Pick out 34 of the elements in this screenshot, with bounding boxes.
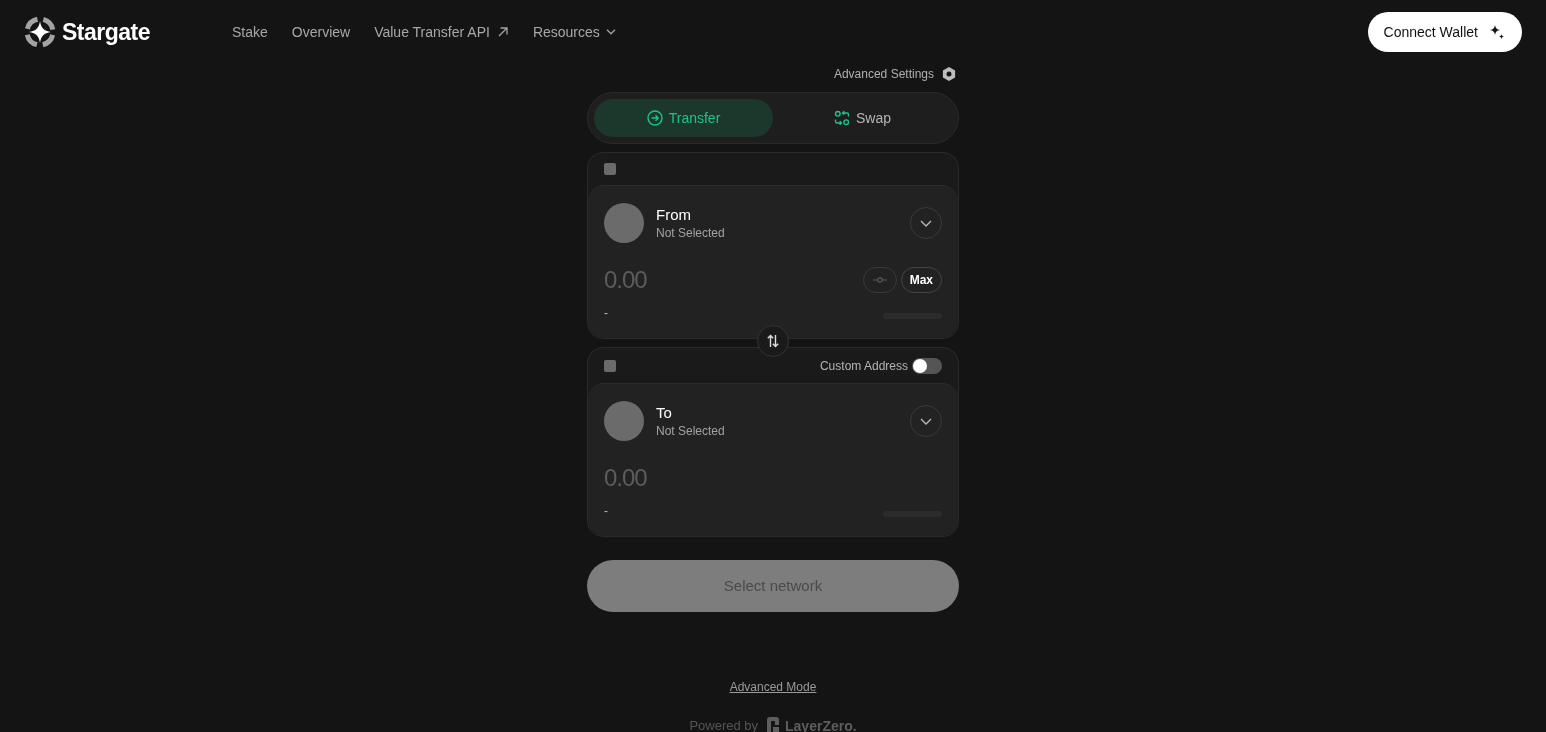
nav-link[interactable]: Value Transfer API xyxy=(374,21,509,43)
chevron-down-icon xyxy=(920,219,932,227)
arrow-up-right-icon xyxy=(496,26,509,38)
square-icon xyxy=(604,163,616,175)
advanced-mode-link[interactable]: Advanced Mode xyxy=(729,679,817,695)
swap-vertical-icon xyxy=(766,334,780,348)
custom-address-label: Custom Address xyxy=(819,357,908,375)
advanced-settings-button[interactable]: Advanced Settings xyxy=(833,66,957,82)
panel-subtitle: Not Selected xyxy=(656,423,725,439)
nav-link[interactable]: Overview xyxy=(291,21,351,43)
usd-value: - xyxy=(604,503,608,520)
custom-address-toggle[interactable] xyxy=(912,357,942,374)
connect-wallet-button[interactable]: Connect Wallet xyxy=(1367,12,1522,52)
swap-icon xyxy=(834,110,850,126)
arrow-circle-icon xyxy=(646,110,663,126)
amount-input[interactable]: 0.00 xyxy=(604,463,754,493)
usd-value: - xyxy=(604,305,608,322)
chevron-down-icon xyxy=(605,29,616,35)
panel-subtitle: Not Selected xyxy=(656,225,725,241)
logo-icon xyxy=(24,16,56,48)
panel-title: From xyxy=(656,205,692,225)
tab[interactable]: Swap xyxy=(773,99,952,137)
nav-link[interactable]: Resources xyxy=(532,21,616,43)
sparkle-icon xyxy=(1490,25,1504,39)
tab[interactable]: Transfer xyxy=(594,99,773,137)
square-icon xyxy=(604,359,616,372)
amount-input[interactable]: 0.00 xyxy=(604,265,754,295)
slider-icon xyxy=(872,277,887,283)
settings-icon xyxy=(941,66,957,82)
logo-icon xyxy=(766,717,781,732)
chevron-down-icon xyxy=(920,417,932,425)
nav-link[interactable]: Stake xyxy=(232,21,268,43)
logo-text: Stargate xyxy=(62,20,151,44)
panel-title: To xyxy=(656,403,673,423)
